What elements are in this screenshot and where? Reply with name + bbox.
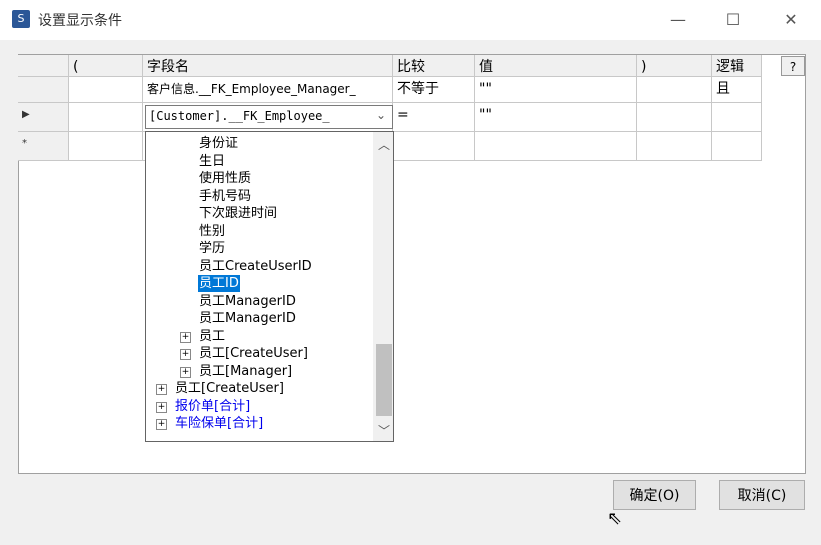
tree-item[interactable]: 员工ManagerID	[198, 293, 297, 310]
column-header: 比较	[393, 55, 475, 77]
expand-icon[interactable]: +	[156, 419, 167, 430]
expand-icon[interactable]: +	[156, 401, 167, 413]
field-tree-dropdown[interactable]: 身份证 生日 使用性质 手机号码 下次跟进时间 性别 学历 员工CreateUserID 员工I…	[145, 131, 394, 442]
scroll-down-icon[interactable]: ﹀	[378, 422, 390, 439]
column-header	[18, 55, 69, 77]
tree-item[interactable]: 性别	[198, 223, 226, 240]
row-indicator[interactable]: ▶	[18, 103, 69, 132]
grid-cell-logic[interactable]: 且	[712, 77, 762, 103]
grid-cell-value[interactable]: ""	[475, 103, 637, 132]
grid-cell-open[interactable]	[69, 103, 143, 132]
tree-item[interactable]: 生日	[198, 153, 226, 170]
tree-item[interactable]: 身份证	[198, 135, 239, 152]
column-header: 逻辑	[712, 55, 762, 77]
tree-item[interactable]: 使用性质	[198, 170, 252, 187]
row-indicator[interactable]	[18, 77, 69, 103]
grid-cell-open[interactable]	[69, 77, 143, 103]
column-header: 值	[475, 55, 637, 77]
scrollbar[interactable]: ︿ ﹀	[373, 132, 393, 441]
grid-cell-open[interactable]	[69, 132, 143, 161]
cancel-button[interactable]: 取消(C)	[719, 480, 805, 510]
chevron-down-icon[interactable]: ⌄	[376, 108, 386, 122]
tree-item[interactable]: 员工[Manager]	[198, 363, 293, 380]
scrollbar-thumb[interactable]	[376, 344, 392, 416]
tree-item[interactable]: 学历	[198, 240, 226, 257]
title-bar: S 设置显示条件 — ☐ ✕	[0, 0, 821, 40]
grid-cell-value[interactable]: ""	[475, 77, 637, 103]
tree-item[interactable]: 员工[CreateUser]	[198, 345, 309, 362]
expand-icon[interactable]: +	[180, 349, 191, 360]
grid-cell-compare[interactable]: 不等于	[393, 77, 475, 103]
window-title: 设置显示条件	[38, 13, 122, 29]
grid-cell-close[interactable]	[637, 77, 712, 103]
grid-cell-close[interactable]	[637, 103, 712, 132]
tree-item[interactable]: 报价单[合计]	[174, 398, 251, 415]
grid-cell-field[interactable]: 客户信息.__FK_Employee_Manager_	[143, 77, 393, 103]
mouse-cursor-icon: ⇖	[607, 508, 623, 529]
close-button[interactable]: ✕	[768, 6, 814, 34]
tree-item[interactable]: 手机号码	[198, 188, 252, 205]
field-combobox[interactable]: [Customer].__FK_Employee_ ⌄	[145, 105, 393, 129]
maximize-button[interactable]: ☐	[710, 6, 756, 34]
app-icon: S	[12, 10, 30, 28]
grid-cell-compare[interactable]: =	[393, 103, 475, 132]
tree-item[interactable]: 员工	[198, 328, 226, 345]
expand-icon[interactable]: +	[180, 366, 191, 378]
expand-icon[interactable]: +	[180, 331, 191, 343]
scroll-up-icon[interactable]: ︿	[378, 136, 390, 153]
grid-cell-close[interactable]	[637, 132, 712, 161]
column-header: (	[69, 55, 143, 77]
tree-item[interactable]: 员工ManagerID	[198, 310, 297, 327]
tree-item[interactable]: 下次跟进时间	[198, 205, 278, 222]
expand-icon[interactable]: +	[156, 384, 167, 395]
column-header: 字段名	[143, 55, 393, 77]
tree-item[interactable]: 员工CreateUserID	[198, 258, 313, 275]
ok-button[interactable]: 确定(O)	[613, 480, 696, 510]
column-header: )	[637, 55, 712, 77]
grid-cell-value[interactable]	[475, 132, 637, 161]
tree-item[interactable]: 车险保单[合计]	[174, 415, 264, 432]
tree-item[interactable]: 员工ID	[198, 275, 240, 292]
row-indicator[interactable]: *	[18, 132, 69, 161]
help-button[interactable]: ?	[781, 56, 805, 76]
grid-cell-logic[interactable]	[712, 132, 762, 161]
tree-item[interactable]: 员工[CreateUser]	[174, 380, 285, 397]
minimize-button[interactable]: —	[655, 6, 701, 34]
grid-cell-logic[interactable]	[712, 103, 762, 132]
grid-cell-compare[interactable]	[393, 132, 475, 161]
field-combobox-value: [Customer].__FK_Employee_	[149, 109, 330, 123]
